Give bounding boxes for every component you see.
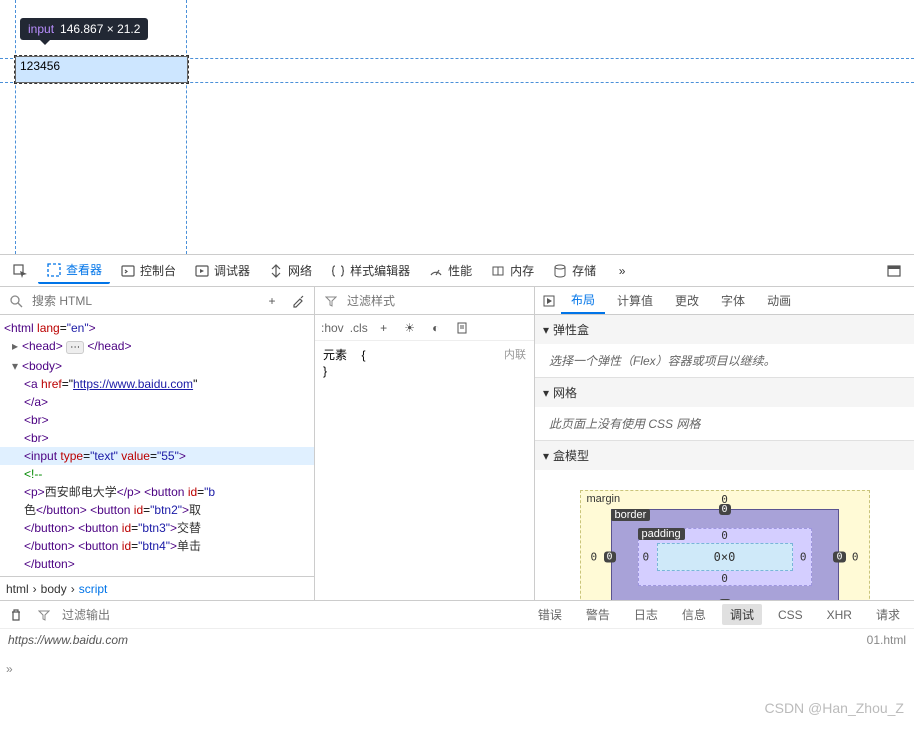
trash-icon[interactable] <box>6 605 26 625</box>
expand-arrow[interactable]: ▸ <box>12 337 22 355</box>
pill-debug[interactable]: 调试 <box>722 604 762 625</box>
inspect-icon <box>12 263 28 279</box>
debugger-icon <box>194 263 210 279</box>
tab-memory[interactable]: 内存 <box>482 258 542 283</box>
dom-selected-node[interactable]: <input type="text" value="55"> <box>0 447 314 465</box>
watermark: CSDN @Han_Zhou_Z <box>765 700 905 716</box>
pill-css[interactable]: CSS <box>770 606 811 624</box>
tooltip-dimensions: 146.867 × 21.2 <box>60 22 140 36</box>
grid-header[interactable]: ▾网格 <box>535 378 914 407</box>
layout-subtabs: 布局 计算值 更改 字体 动画 <box>535 287 914 315</box>
collapse-arrow[interactable]: ▾ <box>12 357 22 375</box>
memory-icon <box>490 263 506 279</box>
style-rule[interactable]: 内联 元素 { } <box>315 341 534 385</box>
chevron-down-icon: ▾ <box>543 449 549 463</box>
play-icon[interactable] <box>539 291 559 311</box>
subtab-layout[interactable]: 布局 <box>561 287 605 314</box>
subtab-changes[interactable]: 更改 <box>665 288 709 313</box>
console-drawer: 错误 警告 日志 信息 调试 CSS XHR 请求 https://www.ba… <box>0 600 914 660</box>
tab-network[interactable]: 网络 <box>260 258 320 283</box>
console-icon <box>120 263 136 279</box>
subtab-computed[interactable]: 计算值 <box>607 288 663 313</box>
flexbox-body: 选择一个弹性（Flex）容器或项目以继续。 <box>535 344 914 377</box>
console-log-source[interactable]: 01.html <box>867 633 906 656</box>
breadcrumb[interactable]: html› body› script <box>0 576 314 600</box>
dom-tree[interactable]: <html lang="en"> ▸<head> ⋯ </head> ▾<bod… <box>0 315 314 576</box>
box-model-content: 0×0 <box>657 543 793 571</box>
devtools-toolbar: 查看器 控制台 调试器 网络 样式编辑器 性能 内存 存储 <box>0 255 914 287</box>
tab-storage[interactable]: 存储 <box>544 258 604 283</box>
add-button[interactable]: + <box>262 291 282 311</box>
print-media-button[interactable] <box>452 318 472 338</box>
filter-styles-input[interactable] <box>347 294 528 308</box>
devtools-panels: + <html lang="en"> ▸<head> ⋯ </head> ▾<b… <box>0 287 914 600</box>
search-icon <box>6 291 26 311</box>
chevron-right-double-icon: » <box>614 263 630 279</box>
pick-element-button[interactable] <box>4 259 36 283</box>
layout-panel: 布局 计算值 更改 字体 动画 ▾弹性盒 选择一个弹性（Flex）容器或项目以继… <box>535 287 914 600</box>
filter-icon <box>321 291 341 311</box>
overflow-button[interactable]: » <box>606 259 638 283</box>
pill-errors[interactable]: 错误 <box>530 604 570 625</box>
flexbox-header[interactable]: ▾弹性盒 <box>535 315 914 344</box>
page-text-input[interactable] <box>20 59 183 73</box>
tab-inspector[interactable]: 查看器 <box>38 257 110 284</box>
console-log-text: https://www.baidu.com <box>8 633 128 656</box>
tab-debugger[interactable]: 调试器 <box>186 258 258 283</box>
pill-xhr[interactable]: XHR <box>819 606 860 624</box>
devtools-panel: 查看器 控制台 调试器 网络 样式编辑器 性能 内存 存储 <box>0 254 914 660</box>
cls-toggle[interactable]: .cls <box>350 321 368 335</box>
page-viewport: input 146.867 × 21.2 <box>0 0 914 254</box>
filter-icon <box>34 605 54 625</box>
tab-console[interactable]: 控制台 <box>112 258 184 283</box>
box-model-diagram: margin 0 0 0 border 0 0 0 0 padding <box>535 470 914 600</box>
subtab-animations[interactable]: 动画 <box>757 288 801 313</box>
guide-line <box>186 0 187 254</box>
search-html-input[interactable] <box>32 294 256 308</box>
console-log-row: https://www.baidu.com 01.html <box>0 629 914 660</box>
inspected-element-highlight <box>15 56 188 83</box>
grid-body: 此页面上没有使用 CSS 网格 <box>535 407 914 440</box>
styles-panel: :hov .cls + ☀ ◐ 内联 元素 { } <box>315 287 535 600</box>
ellipsis-icon[interactable]: ⋯ <box>66 341 84 354</box>
tab-style-editor[interactable]: 样式编辑器 <box>322 258 418 283</box>
element-tooltip: input 146.867 × 21.2 <box>20 18 148 40</box>
eyedropper-button[interactable] <box>288 291 308 311</box>
tab-performance[interactable]: 性能 <box>420 258 480 283</box>
box-model-header[interactable]: ▾盒模型 <box>535 441 914 470</box>
subtab-fonts[interactable]: 字体 <box>711 288 755 313</box>
chevron-down-icon: ▾ <box>543 323 549 337</box>
performance-icon <box>428 263 444 279</box>
dark-theme-button[interactable]: ◐ <box>426 318 446 338</box>
light-theme-button[interactable]: ☀ <box>400 318 420 338</box>
grid-section: ▾网格 此页面上没有使用 CSS 网格 <box>535 378 914 441</box>
tooltip-tag: input <box>28 22 54 36</box>
dock-icon <box>886 263 902 279</box>
html-panel: + <html lang="en"> ▸<head> ⋯ </head> ▾<b… <box>0 287 315 600</box>
hov-toggle[interactable]: :hov <box>321 321 344 335</box>
console-input-chevron[interactable]: » <box>0 660 914 680</box>
box-model-section: ▾盒模型 margin 0 0 0 border 0 0 0 0 <box>535 441 914 600</box>
flexbox-section: ▾弹性盒 选择一个弹性（Flex）容器或项目以继续。 <box>535 315 914 378</box>
inspector-icon <box>46 262 62 278</box>
guide-line <box>15 0 16 254</box>
pill-warnings[interactable]: 警告 <box>578 604 618 625</box>
add-rule-button[interactable]: + <box>374 318 394 338</box>
pill-requests[interactable]: 请求 <box>868 604 908 625</box>
console-filter-input[interactable] <box>62 608 162 622</box>
style-icon <box>330 263 346 279</box>
chevron-down-icon: ▾ <box>543 386 549 400</box>
network-icon <box>268 263 284 279</box>
dock-mode-button[interactable] <box>878 259 910 283</box>
html-search-row: + <box>0 287 314 315</box>
pill-info[interactable]: 信息 <box>674 604 714 625</box>
storage-icon <box>552 263 568 279</box>
pill-logs[interactable]: 日志 <box>626 604 666 625</box>
